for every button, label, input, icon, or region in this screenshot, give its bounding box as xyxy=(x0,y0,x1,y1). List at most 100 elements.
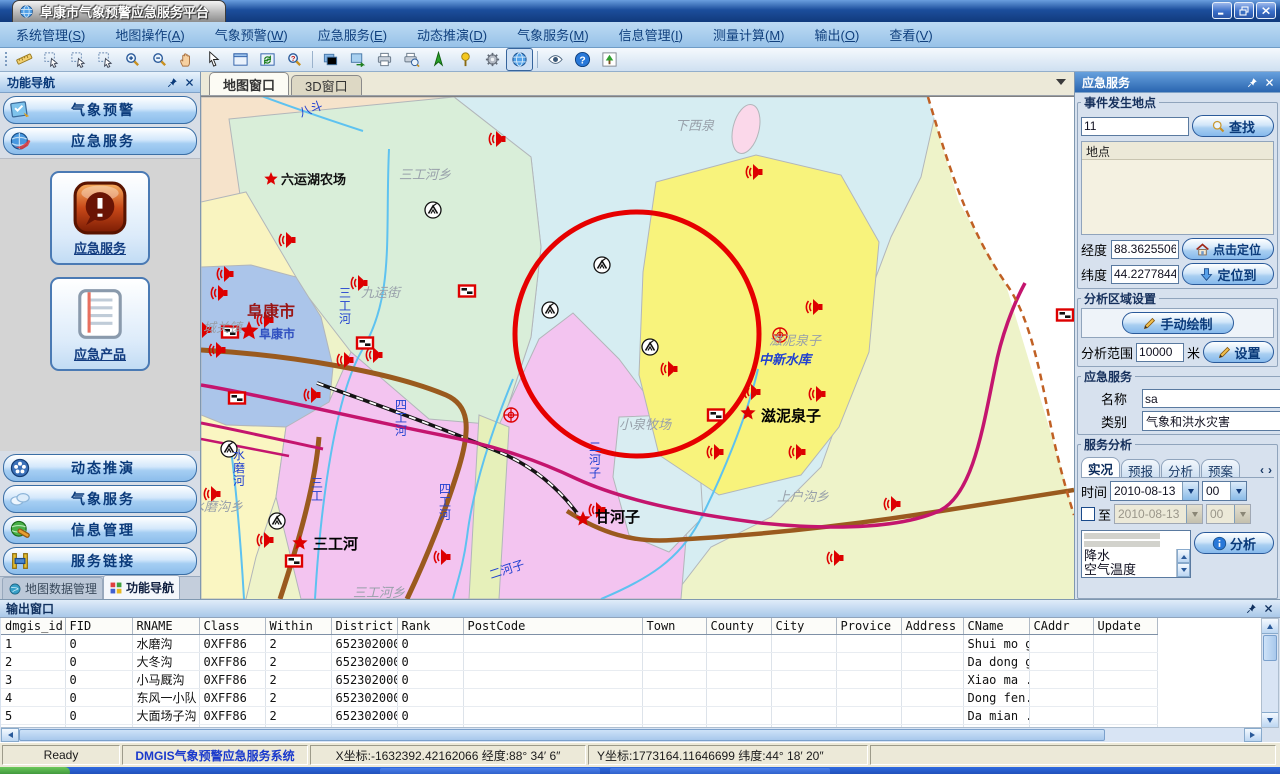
column-header-Within[interactable]: Within xyxy=(265,618,331,635)
map-tab-1[interactable]: 3D窗口 xyxy=(291,75,362,95)
nav-group-links[interactable]: 服务链接 xyxy=(3,547,197,575)
location-search-input[interactable] xyxy=(1081,117,1189,136)
column-header-PostCode[interactable]: PostCode xyxy=(463,618,642,635)
layers-icon[interactable] xyxy=(317,48,344,71)
select-poly-icon[interactable] xyxy=(65,48,92,71)
flag-marker[interactable] xyxy=(357,338,373,349)
help-icon[interactable]: ? xyxy=(569,48,596,71)
pin-icon[interactable] xyxy=(1244,602,1258,616)
pin-icon[interactable] xyxy=(165,75,179,89)
map-graphic[interactable]: 八斗六运湖农场三工河乡下西泉九运街阜康市城关镇阜康市三工河滋泥泉子中新水库滋泥泉… xyxy=(201,97,1074,599)
nav-bottom-tab-squares[interactable]: 功能导航 xyxy=(103,575,180,599)
wheel-marker[interactable] xyxy=(504,408,518,422)
eye-icon[interactable] xyxy=(542,48,569,71)
nav-bottom-tab-map-globe[interactable]: 地图数据管理 xyxy=(2,577,103,599)
identify-icon[interactable]: ? xyxy=(281,48,308,71)
analysis-tab-分析[interactable]: 分析 xyxy=(1161,459,1200,477)
close-icon[interactable] xyxy=(182,75,196,89)
list-item[interactable]: 降水 xyxy=(1082,549,1190,563)
column-header-Update[interactable]: Update xyxy=(1093,618,1157,635)
table-row[interactable]: 40东风一小队0XFF8626523020000Dong fen... xyxy=(1,689,1157,707)
nav-group-globe-swoosh[interactable]: 应急服务 xyxy=(3,127,197,155)
zoom-out-icon[interactable] xyxy=(146,48,173,71)
to-checkbox[interactable] xyxy=(1081,507,1095,521)
nav-group-clouds[interactable]: 气象服务 xyxy=(3,485,197,513)
campsite-marker[interactable] xyxy=(642,339,658,355)
flag-marker[interactable] xyxy=(229,393,245,404)
click-locate-button[interactable]: 点击定位 xyxy=(1182,238,1274,260)
flag-marker[interactable] xyxy=(1057,310,1073,321)
measure-icon[interactable] xyxy=(11,48,38,71)
campsite-marker[interactable] xyxy=(594,257,610,273)
pin-icon[interactable] xyxy=(1245,75,1259,89)
print-preview-icon[interactable] xyxy=(398,48,425,71)
column-header-Address[interactable]: Address xyxy=(901,618,963,635)
menu-item-O[interactable]: 输出(O) xyxy=(815,25,860,44)
nav-tool-alarm-button[interactable]: 应急服务 xyxy=(50,171,150,265)
manual-draw-button[interactable]: 手动绘制 xyxy=(1122,312,1234,334)
menu-item-W[interactable]: 气象预警(W) xyxy=(215,25,288,44)
menu-item-E[interactable]: 应急服务(E) xyxy=(318,25,387,44)
nav-tool-notepad-button[interactable]: 应急产品 xyxy=(50,277,150,371)
column-header-Provice[interactable]: Provice xyxy=(836,618,901,635)
map-canvas[interactable]: 八斗六运湖农场三工河乡下西泉九运街阜康市城关镇阜康市三工河滋泥泉子中新水库滋泥泉… xyxy=(201,96,1074,599)
minimize-button[interactable] xyxy=(1212,2,1232,19)
taskbar-item[interactable] xyxy=(610,768,830,774)
hour-select[interactable]: 00 xyxy=(1202,481,1247,501)
set-range-button[interactable]: 设置 xyxy=(1203,341,1274,363)
close-icon[interactable] xyxy=(1262,75,1276,89)
analysis-tab-预案[interactable]: 预案 xyxy=(1201,459,1240,477)
start-button[interactable] xyxy=(0,767,70,774)
latitude-input[interactable] xyxy=(1111,265,1179,284)
vertical-scrollbar[interactable] xyxy=(1261,618,1279,728)
listbox-scrollbar[interactable] xyxy=(1176,549,1190,577)
close-icon[interactable] xyxy=(1261,602,1275,616)
column-header-District[interactable]: District xyxy=(331,618,397,635)
north-arrow-icon[interactable] xyxy=(425,48,452,71)
menu-item-I[interactable]: 信息管理(I) xyxy=(619,25,683,44)
table-row[interactable]: 20大冬沟0XFF8626523020000Da dong gou xyxy=(1,653,1157,671)
export-map-icon[interactable] xyxy=(344,48,371,71)
menu-item-M[interactable]: 测量计算(M) xyxy=(713,25,785,44)
column-header-Rank[interactable]: Rank xyxy=(397,618,463,635)
date-select[interactable]: 2010-08-13 xyxy=(1110,481,1199,501)
campsite-marker[interactable] xyxy=(425,202,441,218)
column-header-dmgis_id[interactable]: dmgis_id xyxy=(1,618,65,635)
locate-to-button[interactable]: 定位到 xyxy=(1182,263,1274,285)
pointer-icon[interactable] xyxy=(200,48,227,71)
range-input[interactable] xyxy=(1136,343,1184,362)
tab-scroll-left-icon[interactable]: ‹ xyxy=(1258,463,1266,477)
pan-icon[interactable] xyxy=(173,48,200,71)
zoom-in-icon[interactable] xyxy=(119,48,146,71)
column-header-RNAME[interactable]: RNAME xyxy=(132,618,199,635)
menu-item-M[interactable]: 气象服务(M) xyxy=(517,25,589,44)
gear-icon[interactable] xyxy=(479,48,506,71)
toolbar-grip[interactable] xyxy=(5,52,7,68)
horizontal-scrollbar[interactable] xyxy=(1,727,1262,742)
select-rect-icon[interactable] xyxy=(38,48,65,71)
refresh-icon[interactable] xyxy=(254,48,281,71)
service-type-select[interactable]: 气象和洪水灾害 xyxy=(1142,411,1280,431)
close-button[interactable] xyxy=(1256,2,1276,19)
pin-yellow-icon[interactable] xyxy=(452,48,479,71)
table-row[interactable]: 10水磨沟0XFF8626523020000Shui mo gou xyxy=(1,635,1157,653)
list-item[interactable]: 空气温度 xyxy=(1082,563,1190,577)
legend-icon[interactable] xyxy=(596,48,623,71)
nav-group-film[interactable]: 动态推演 xyxy=(3,454,197,482)
campsite-marker[interactable] xyxy=(542,302,558,318)
nav-group-globe-tools[interactable]: 信息管理 xyxy=(3,516,197,544)
flag-marker[interactable] xyxy=(708,410,724,421)
menu-item-S[interactable]: 系统管理(S) xyxy=(16,25,85,44)
nav-group-forecast[interactable]: 气象预警 xyxy=(3,96,197,124)
tab-scroll-right-icon[interactable]: › xyxy=(1266,463,1274,477)
location-list[interactable]: 地点 xyxy=(1081,141,1274,235)
tab-dropdown-icon[interactable] xyxy=(1056,79,1066,90)
extent-icon[interactable] xyxy=(227,48,254,71)
menu-item-D[interactable]: 动态推演(D) xyxy=(417,25,487,44)
analysis-tab-实况[interactable]: 实况 xyxy=(1081,457,1120,477)
element-listbox[interactable]: 降水空气温度 xyxy=(1081,530,1191,578)
column-header-FID[interactable]: FID xyxy=(65,618,132,635)
analysis-tab-预报[interactable]: 预报 xyxy=(1121,459,1160,477)
restore-button[interactable] xyxy=(1234,2,1254,19)
column-header-CName[interactable]: CName xyxy=(963,618,1029,635)
